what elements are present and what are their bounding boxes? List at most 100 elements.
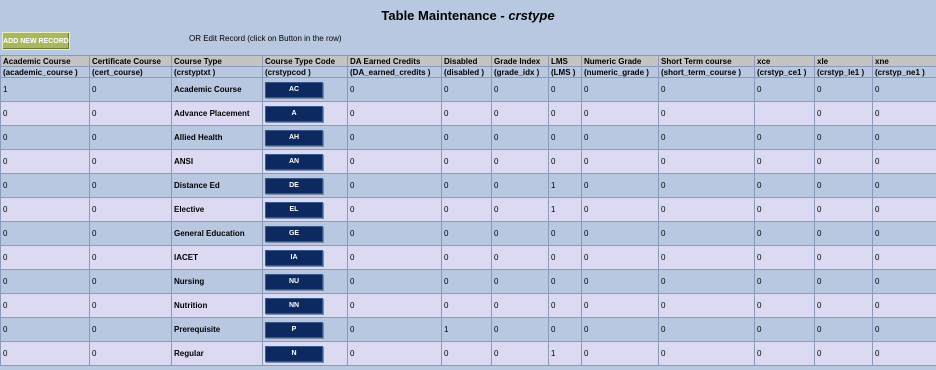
disabled-cell: 0	[441, 149, 492, 174]
numeric-grade-cell: 0	[581, 125, 659, 150]
edit-record-button[interactable]: P	[265, 321, 323, 338]
column-header: Disabled	[441, 55, 492, 67]
da-earned-credits-cell: 0	[347, 125, 442, 150]
edit-record-button[interactable]: EL	[265, 201, 323, 218]
academic-course-cell: 0	[0, 245, 90, 270]
grade-index-cell: 0	[491, 149, 549, 174]
edit-record-button[interactable]: DE	[265, 177, 323, 194]
xne-cell: 0	[872, 269, 936, 294]
xce-cell: 0	[754, 125, 815, 150]
table-row: 0 0 Advance Placement A 0 0 0 0 0 0 0 0	[0, 101, 936, 126]
column-field-name: (crstyptxt )	[171, 66, 263, 78]
da-earned-credits-cell: 0	[347, 149, 442, 174]
xne-cell: 0	[872, 173, 936, 198]
short-term-course-cell: 0	[658, 125, 755, 150]
cert-course-cell: 0	[89, 245, 172, 270]
xle-cell: 0	[814, 245, 873, 270]
short-term-course-cell: 0	[658, 293, 755, 318]
numeric-grade-cell: 0	[581, 173, 659, 198]
disabled-cell: 0	[441, 125, 492, 150]
course-type-code-cell: N	[262, 341, 348, 366]
lms-cell: 0	[548, 293, 582, 318]
grade-index-cell: 0	[491, 101, 549, 126]
column-field-name: (disabled )	[441, 66, 492, 78]
course-type-code-cell: AH	[262, 125, 348, 150]
header-fields-row: (academic_course ) (cert_course) (crstyptx…	[0, 66, 936, 78]
academic-course-cell: 1	[0, 77, 90, 102]
edit-record-button[interactable]: A	[265, 105, 323, 122]
academic-course-cell: 0	[0, 125, 90, 150]
xle-cell: 0	[814, 197, 873, 222]
xce-cell: 0	[754, 269, 815, 294]
academic-course-cell: 0	[0, 197, 90, 222]
column-header: Numeric Grade	[581, 55, 659, 67]
numeric-grade-cell: 0	[581, 77, 659, 102]
table-row: 0 0 Nutrition NN 0 0 0 0 0 0 0 0 0	[0, 293, 936, 318]
xle-cell: 0	[814, 173, 873, 198]
academic-course-cell: 0	[0, 293, 90, 318]
table-row: 0 0 Allied Health AH 0 0 0 0 0 0 0 0 0	[0, 125, 936, 150]
numeric-grade-cell: 0	[581, 197, 659, 222]
xne-cell: 0	[872, 341, 936, 366]
da-earned-credits-cell: 0	[347, 221, 442, 246]
edit-record-button[interactable]: NN	[265, 297, 323, 314]
column-field-name: (crstyp_ce1 )	[754, 66, 815, 78]
column-field-name: (crstyp_le1 )	[814, 66, 873, 78]
disabled-cell: 0	[441, 293, 492, 318]
disabled-cell: 0	[441, 245, 492, 270]
column-field-name: (academic_course )	[0, 66, 90, 78]
lms-cell: 1	[548, 341, 582, 366]
course-type-cell: Prerequisite	[171, 317, 263, 342]
xle-cell: 0	[814, 221, 873, 246]
table-row: 0 0 Regular N 0 0 0 1 0 0 0 0 0	[0, 341, 936, 366]
numeric-grade-cell: 0	[581, 245, 659, 270]
grade-index-cell: 0	[491, 317, 549, 342]
edit-record-button[interactable]: AN	[265, 153, 323, 170]
edit-record-button[interactable]: IA	[265, 249, 323, 266]
short-term-course-cell: 0	[658, 341, 755, 366]
column-field-name: (crstyp_ne1 )	[872, 66, 936, 78]
add-new-record-button[interactable]: ADD NEW RECORD	[2, 32, 70, 50]
table-row: 0 0 General Education GE 0 0 0 0 0 0 0 0 0	[0, 221, 936, 246]
da-earned-credits-cell: 0	[347, 317, 442, 342]
column-header: Short Term course	[658, 55, 755, 67]
numeric-grade-cell: 0	[581, 317, 659, 342]
lms-cell: 1	[548, 197, 582, 222]
academic-course-cell: 0	[0, 221, 90, 246]
academic-course-cell: 0	[0, 317, 90, 342]
grade-index-cell: 0	[491, 341, 549, 366]
disabled-cell: 1	[441, 317, 492, 342]
column-header: Academic Course	[0, 55, 90, 67]
column-field-name: (short_term_course )	[658, 66, 755, 78]
lms-cell: 0	[548, 77, 582, 102]
column-field-name: (numeric_grade )	[581, 66, 659, 78]
xne-cell: 0	[872, 125, 936, 150]
edit-record-button[interactable]: NU	[265, 273, 323, 290]
academic-course-cell: 0	[0, 269, 90, 294]
course-type-code-cell: NN	[262, 293, 348, 318]
disabled-cell: 0	[441, 341, 492, 366]
xle-cell: 0	[814, 293, 873, 318]
xce-cell: 0	[754, 245, 815, 270]
xle-cell: 0	[814, 101, 873, 126]
lms-cell: 0	[548, 221, 582, 246]
xne-cell: 0	[872, 245, 936, 270]
column-header: Course Type Code	[262, 55, 348, 67]
table-row: 0 0 IACET IA 0 0 0 0 0 0 0 0 0	[0, 245, 936, 270]
course-type-cell: Elective	[171, 197, 263, 222]
column-header: xle	[814, 55, 873, 67]
edit-record-button[interactable]: AC	[265, 81, 323, 98]
grade-index-cell: 0	[491, 77, 549, 102]
numeric-grade-cell: 0	[581, 221, 659, 246]
short-term-course-cell: 0	[658, 317, 755, 342]
edit-record-button[interactable]: N	[265, 345, 323, 362]
course-type-code-cell: GE	[262, 221, 348, 246]
edit-record-button[interactable]: AH	[265, 129, 323, 146]
xle-cell: 0	[814, 269, 873, 294]
da-earned-credits-cell: 0	[347, 173, 442, 198]
xle-cell: 0	[814, 317, 873, 342]
course-type-code-cell: AN	[262, 149, 348, 174]
edit-record-button[interactable]: GE	[265, 225, 323, 242]
cert-course-cell: 0	[89, 173, 172, 198]
xne-cell: 0	[872, 77, 936, 102]
